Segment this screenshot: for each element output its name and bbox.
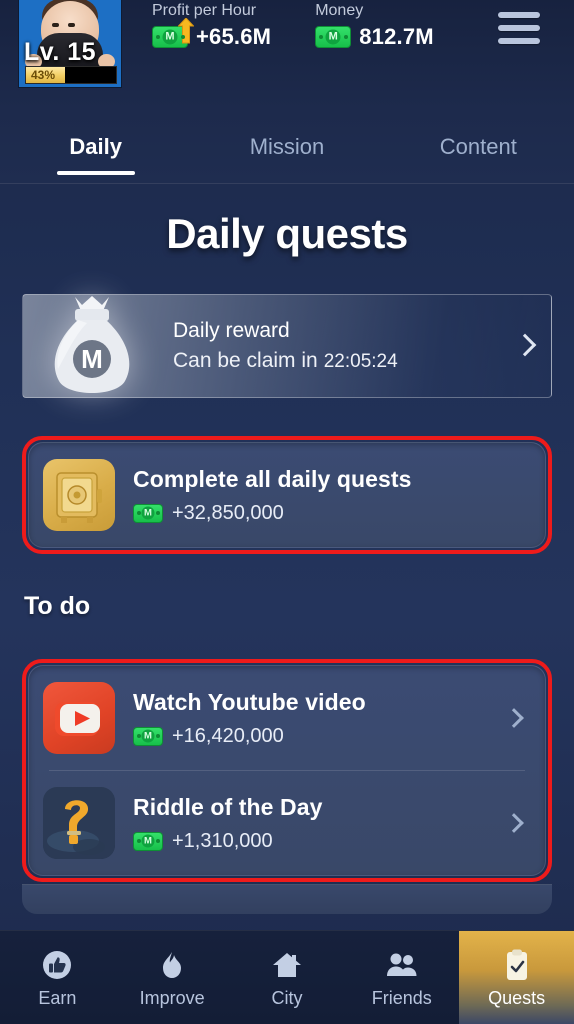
tab-daily[interactable]: Daily [0, 110, 191, 183]
avatar-xp-bar: 43% [25, 66, 117, 84]
stat-profit-label: Profit per Hour [152, 2, 257, 19]
stat-profit-row: M +65.6M [152, 18, 272, 50]
hamburger-line-3 [498, 38, 540, 44]
stat-profit-per-hour: Profit per Hour M +65.6M [152, 0, 271, 50]
quest-text: Riddle of the Day M +1,310,000 [133, 793, 323, 853]
chevron-right-icon[interactable] [504, 708, 524, 728]
safe-vault-icon [43, 459, 115, 531]
quest-text: Watch Youtube video M +16,420,000 [133, 688, 366, 748]
tab-content-label: Content [439, 133, 517, 159]
tab-content[interactable]: Content [383, 110, 574, 183]
quest-reward: M +16,420,000 [133, 725, 366, 748]
daily-reward-timer: 22:05:24 [323, 351, 398, 372]
table-row[interactable]: Watch Youtube video M +16,420,000 [29, 666, 545, 770]
tab-daily-label: Daily [69, 133, 122, 159]
quest-title: Complete all daily quests [133, 466, 412, 493]
people-icon [385, 948, 419, 982]
nav-label-earn: Earn [38, 988, 77, 1008]
avatar-xp-label: 43% [31, 68, 56, 82]
nav-label-city: City [271, 988, 303, 1008]
money-note-icon: M [133, 726, 163, 746]
money-bag-icon: M [45, 287, 139, 403]
avatar-frame: Lv. 15 43% [18, 0, 122, 88]
avatar-eye-left [52, 23, 59, 27]
nav-item-quests[interactable]: Quests [459, 931, 574, 1024]
stat-money-row: M 812.7M [315, 24, 434, 50]
quest-title: Watch Youtube video [133, 689, 366, 716]
tab-mission-label: Mission [249, 133, 325, 159]
home-icon [270, 948, 304, 982]
todo-section-title: To do [24, 592, 91, 620]
hamburger-line-1 [498, 12, 540, 18]
page-title: Daily quests [166, 210, 408, 257]
tab-bar: Daily Mission Content [0, 110, 574, 184]
quests-scroll-area[interactable]: Daily quests M Daily reward Can be claim… [0, 186, 574, 930]
flame-icon [155, 948, 189, 982]
quest-title: Riddle of the Day [133, 794, 323, 821]
quest-reward-amount: +32,850,000 [172, 501, 284, 524]
todo-card: Watch Youtube video M +16,420,000 Riddle… [28, 665, 546, 876]
daily-reward-title: Daily reward [173, 318, 290, 342]
youtube-icon [43, 682, 115, 754]
tab-mission[interactable]: Mission [191, 110, 382, 183]
avatar-level-label: Lv. 15 [24, 38, 97, 66]
thumbs-up-icon [40, 948, 74, 982]
nav-label-improve: Improve [139, 988, 205, 1008]
daily-reward-status-prefix: Can be claim in [173, 349, 318, 372]
bottom-nav: Earn Improve City Friends Quests [0, 930, 574, 1024]
nav-item-earn[interactable]: Earn [0, 931, 115, 1024]
question-mark-icon [43, 787, 115, 859]
complete-all-card[interactable]: Complete all daily quests M +32,850,000 [28, 442, 546, 548]
stat-money: Money M 812.7M [315, 0, 434, 50]
money-note-icon: M [133, 831, 163, 851]
hamburger-line-2 [498, 25, 540, 31]
nav-item-improve[interactable]: Improve [115, 931, 230, 1024]
stat-profit-value: +65.6M [196, 24, 272, 50]
avatar[interactable]: Lv. 15 43% [18, 0, 122, 88]
quest-text: Complete all daily quests M +32,850,000 [133, 465, 412, 525]
quest-reward-amount: +16,420,000 [172, 724, 284, 747]
nav-label-friends: Friends [371, 988, 432, 1008]
money-note-up-icon: M [152, 18, 194, 49]
top-bar: Lv. 15 43% Profit per Hour M +65.6M Mone… [0, 0, 574, 110]
quest-row[interactable]: Complete all daily quests M +32,850,000 [29, 443, 545, 547]
chevron-right-icon[interactable] [515, 332, 531, 360]
avatar-xp-fill: 43% [26, 67, 65, 83]
money-note-icon: M [133, 503, 163, 523]
todo-highlight: Watch Youtube video M +16,420,000 Riddle… [22, 659, 552, 882]
hamburger-menu-icon[interactable] [498, 12, 540, 44]
stat-money-label: Money [315, 2, 364, 19]
quest-reward: M +1,310,000 [133, 830, 323, 853]
clipboard-check-icon [500, 948, 534, 982]
chevron-right-icon[interactable] [504, 813, 524, 833]
svg-text:M: M [81, 344, 103, 374]
daily-reward-status: Can be claim in 22:05:24 [173, 346, 398, 376]
avatar-eye-right [68, 23, 75, 27]
nav-item-friends[interactable]: Friends [344, 931, 459, 1024]
quest-reward: M +32,850,000 [133, 502, 412, 525]
quest-reward-amount: +1,310,000 [172, 829, 273, 852]
next-row-peek[interactable] [22, 884, 552, 914]
complete-all-highlight: Complete all daily quests M +32,850,000 [22, 436, 552, 554]
nav-item-city[interactable]: City [230, 931, 345, 1024]
nav-label-quests: Quests [488, 988, 546, 1008]
daily-reward-banner[interactable]: M Daily reward Can be claim in 22:05:24 [22, 294, 552, 398]
daily-reward-text: Daily reward Can be claim in 22:05:24 [173, 316, 398, 377]
money-note-icon: M [315, 26, 352, 49]
header-stats: Profit per Hour M +65.6M Money M 812.7M [152, 0, 434, 50]
table-row[interactable]: Riddle of the Day M +1,310,000 [29, 771, 545, 875]
stat-money-value: 812.7M [359, 24, 434, 50]
arrow-up-icon [178, 18, 194, 44]
